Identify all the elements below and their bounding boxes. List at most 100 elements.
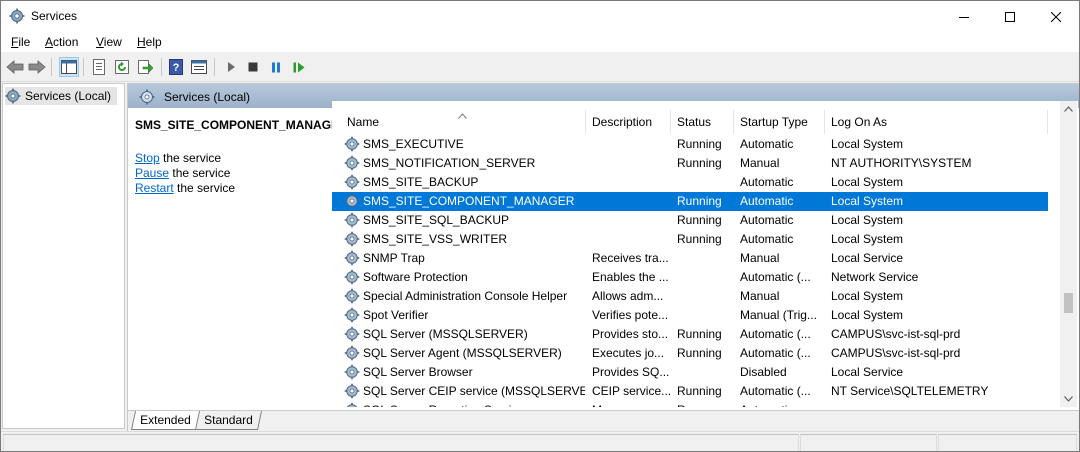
service-row[interactable]: Software Protection Enables the ... Automa… [332,268,1048,287]
service-gear-icon [344,345,360,361]
service-row[interactable]: SQL Server Reporting Services M... R... Aut… [332,401,1048,407]
maximize-button[interactable] [987,1,1033,32]
column-divider[interactable] [585,110,586,134]
service-description: Executes jo... [592,346,665,360]
service-row[interactable]: SMS_SITE_COMPONENT_MANAGER Running Automat… [332,192,1048,211]
pause-service-icon [272,62,280,72]
service-name: SNMP Trap [363,251,425,265]
scroll-down-icon[interactable] [1064,396,1073,402]
service-gear-icon [344,402,360,407]
service-row[interactable]: SQL Server (MSSQLSERVER) Provides sto... R… [332,325,1048,344]
back-button[interactable] [6,58,24,76]
service-startup-type: Automatic [740,213,794,227]
status-segment [800,434,937,451]
column-divider[interactable] [733,110,734,134]
service-gear-icon [344,231,360,247]
refresh-button[interactable] [113,58,131,76]
column-status[interactable]: Status [677,115,711,129]
service-description: M... [592,403,670,407]
service-row[interactable]: SMS_SITE_BACKUP Automatic Local System [332,173,1048,192]
service-name: Special Administration Console Helper [363,289,568,303]
column-header: Name Description Status Startup Type Log… [332,101,1078,134]
service-name: SQL Server CEIP service (MSSQLSERVER) [363,384,585,398]
services-list: Name Description Status Startup Type Log… [332,101,1078,407]
service-gear-icon [344,155,360,171]
minimize-button[interactable] [941,1,987,32]
properties-button[interactable] [90,58,108,76]
menu-help[interactable]: Help [137,35,162,49]
status-segment [938,434,1077,451]
toolbar-separator [83,58,84,76]
service-startup-type: Automatic (... [740,270,811,284]
service-row[interactable]: Spot Verifier Verifies pote... Manual (Tri… [332,306,1048,325]
restart-link[interactable]: Restart [135,181,174,195]
service-log-on-as: Network Service [831,270,919,284]
service-gear-icon [344,136,360,152]
pause-action: Pause the service [135,166,231,180]
service-row[interactable]: SMS_NOTIFICATION_SERVER Running Manual NT A… [332,154,1048,173]
scrollbar-thumb[interactable] [1064,293,1073,313]
service-row[interactable]: SQL Server Agent (MSSQLSERVER) Executes j… [332,344,1048,363]
tab-extended[interactable]: Extended [130,411,200,430]
stop-service-icon [248,62,258,72]
service-startup-type: Automatic (... [740,384,811,398]
show-hide-tree-icon [61,60,77,74]
export-list-button[interactable] [136,58,154,76]
resume-service-button[interactable] [290,58,308,76]
service-name: SQL Server (MSSQLSERVER) [363,327,528,341]
service-row[interactable]: SNMP Trap Receives tra... Manual Local Serv… [332,249,1048,268]
vertical-scrollbar[interactable] [1060,101,1077,407]
service-row[interactable]: SMS_SITE_VSS_WRITER Running Automatic Local… [332,230,1048,249]
service-row[interactable]: Special Administration Console Helper All… [332,287,1048,306]
start-service-button[interactable] [222,58,240,76]
service-log-on-as: ... [831,403,1045,407]
service-gear-icon [344,174,360,190]
help-button[interactable]: ? [167,58,185,76]
tab-standard[interactable]: Standard [195,411,262,430]
service-status: Running [677,156,722,170]
toolbar-separator [214,58,215,76]
menu-action[interactable]: Action [45,35,78,49]
service-row[interactable]: SQL Server Browser Provides SQ... Disabled… [332,363,1048,382]
stop-link[interactable]: Stop [135,151,160,165]
services-gear-icon [139,89,155,105]
column-divider[interactable] [824,110,825,134]
column-startup-type[interactable]: Startup Type [740,115,808,129]
pause-link[interactable]: Pause [135,166,169,180]
service-startup-type: Automatic... [740,403,826,407]
tree-item-services-local[interactable]: Services (Local) [5,87,118,105]
service-status: Running [677,232,722,246]
service-name: SQL Server Browser [363,365,473,379]
action-pane-button[interactable] [190,58,208,76]
menu-file[interactable]: File [11,35,30,49]
service-name: SMS_SITE_COMPONENT_MANAGER [363,194,575,208]
service-name: SMS_SITE_BACKUP [363,175,479,189]
pause-service-button[interactable] [267,58,285,76]
service-row[interactable]: SMS_SITE_SQL_BACKUP Running Automatic Local… [332,211,1048,230]
service-name: SMS_EXECUTIVE [363,137,464,151]
column-log-on-as[interactable]: Log On As [831,115,887,129]
service-row[interactable]: SQL Server CEIP service (MSSQLSERVER) CEI… [332,382,1048,401]
column-divider[interactable] [1047,110,1048,134]
column-description[interactable]: Description [592,115,652,129]
column-divider[interactable] [670,110,671,134]
view-tabs: Extended Standard [128,410,1079,431]
resume-service-icon [293,62,305,72]
column-name[interactable]: Name [347,115,379,129]
menu-view[interactable]: View [96,35,122,49]
service-startup-type: Automatic (... [740,327,811,341]
scroll-up-icon[interactable] [1064,106,1073,112]
tree-item-label: Services (Local) [25,89,112,103]
service-log-on-as: Local System [831,232,904,246]
service-log-on-as: Local System [831,289,904,303]
close-button[interactable] [1033,1,1079,32]
service-startup-type: Automatic [740,137,794,151]
console-tree: Services (Local) [2,83,125,429]
stop-service-button[interactable] [244,58,262,76]
title-bar[interactable]: Services [1,1,1079,32]
service-status: Running [677,327,722,341]
service-startup-type: Manual [740,251,780,265]
service-row[interactable]: SMS_EXECUTIVE Running Automatic Local Syste… [332,135,1048,154]
show-hide-tree-button[interactable] [59,57,79,77]
forward-button[interactable] [28,58,46,76]
